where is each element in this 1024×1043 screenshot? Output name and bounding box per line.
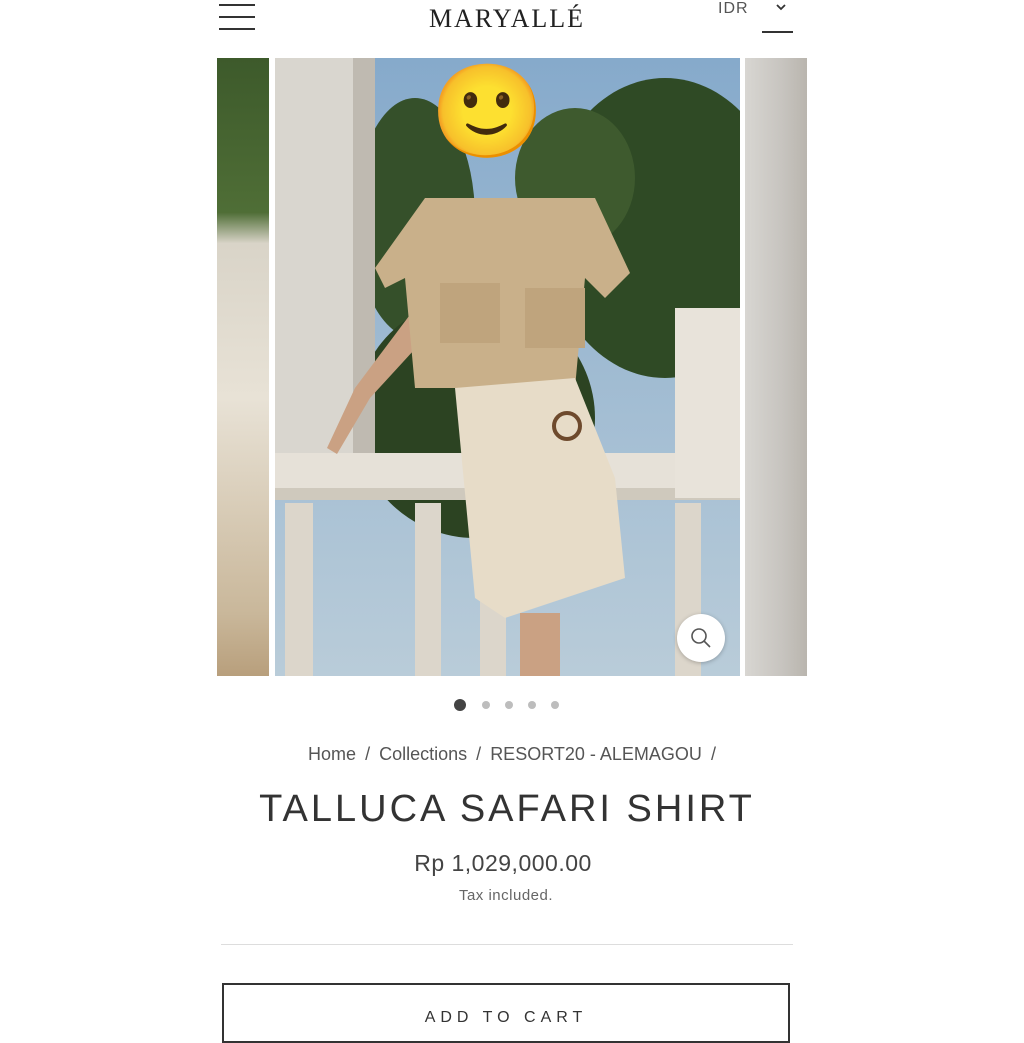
tax-note: Tax included. bbox=[458, 887, 554, 904]
zoom-button[interactable] bbox=[677, 614, 725, 662]
pagination-dot-3[interactable] bbox=[505, 701, 513, 709]
breadcrumb-home[interactable]: Home bbox=[308, 744, 356, 764]
pagination-dot-2[interactable] bbox=[482, 701, 490, 709]
breadcrumb-separator: / bbox=[365, 744, 371, 764]
divider bbox=[221, 944, 793, 945]
pagination-dot-1[interactable] bbox=[454, 699, 466, 711]
gallery-pagination bbox=[452, 698, 572, 712]
face-emoji: 🙂 bbox=[430, 61, 545, 163]
breadcrumb: Home / Collections / RESORT20 - ALEMAGOU… bbox=[0, 744, 1024, 765]
product-title: TALLUCA SAFARI SHIRT bbox=[259, 788, 755, 830]
previous-slide-image[interactable] bbox=[217, 58, 269, 676]
site-header: MARYALLÉ IDR bbox=[0, 0, 1024, 56]
breadcrumb-separator: / bbox=[710, 744, 716, 764]
currency-selector[interactable]: IDR bbox=[716, 0, 796, 34]
breadcrumb-collection[interactable]: RESORT20 - ALEMAGOU bbox=[490, 744, 702, 764]
product-image-gallery[interactable]: 🙂 bbox=[217, 58, 807, 676]
chevron-down-icon bbox=[774, 0, 788, 17]
currency-underline bbox=[762, 31, 793, 33]
breadcrumb-separator: / bbox=[476, 744, 482, 764]
next-slide-image[interactable] bbox=[745, 58, 807, 676]
hamburger-menu-icon[interactable] bbox=[219, 4, 255, 30]
currency-label: IDR bbox=[718, 0, 749, 17]
search-icon bbox=[689, 626, 713, 655]
pagination-dot-5[interactable] bbox=[551, 701, 559, 709]
pagination-dot-4[interactable] bbox=[528, 701, 536, 709]
brand-logo[interactable]: MARYALLÉ bbox=[312, 4, 702, 34]
add-to-cart-label: ADD TO CART bbox=[424, 1009, 588, 1026]
main-product-image[interactable]: 🙂 bbox=[275, 58, 740, 676]
breadcrumb-collections[interactable]: Collections bbox=[379, 744, 467, 764]
product-price: Rp 1,029,000.00 bbox=[414, 850, 592, 876]
add-to-cart-button[interactable]: ADD TO CART bbox=[222, 983, 790, 1043]
